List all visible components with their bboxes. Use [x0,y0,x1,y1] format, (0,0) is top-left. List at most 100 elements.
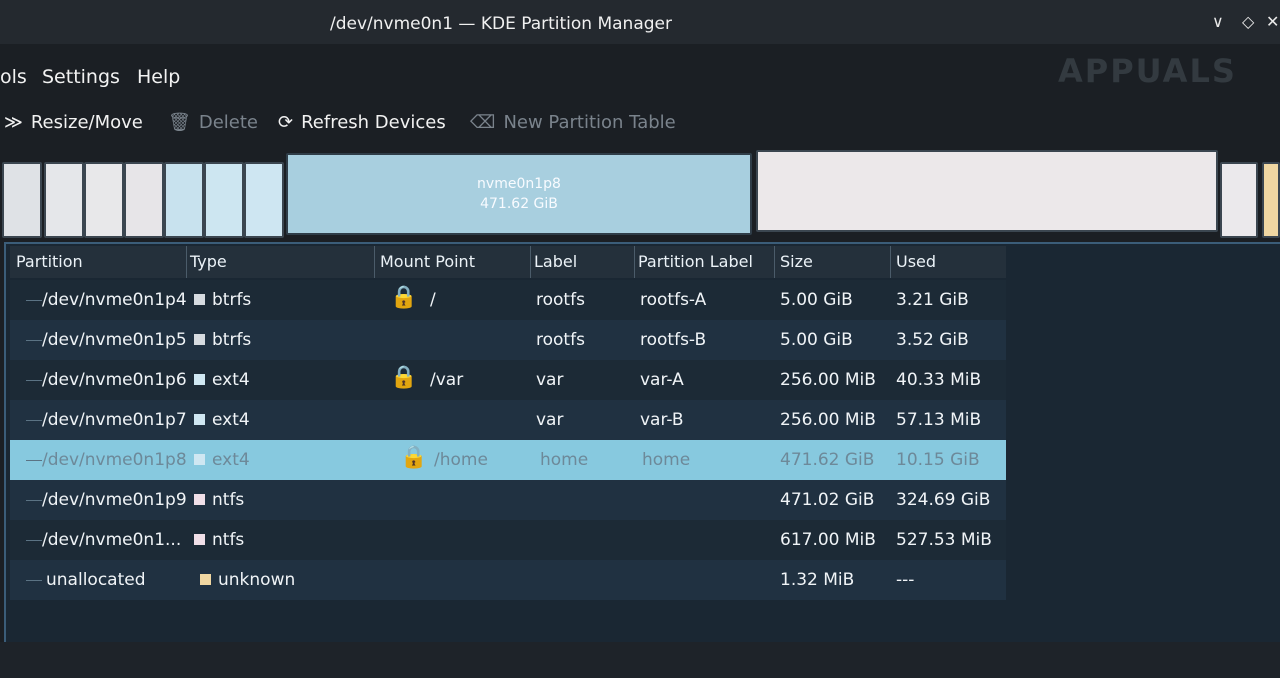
table-row[interactable]: /dev/nvme0n1... ntfs 617.00 MiB 527.53 M… [10,520,1006,560]
minimize-icon[interactable]: ∨ [1212,12,1224,31]
column-type[interactable]: Type [190,252,227,271]
cell-partition: /dev/nvme0n1p9 [42,490,187,510]
new-partition-table-button[interactable]: ⌫ New Partition Table [470,112,676,133]
partition-segment[interactable] [756,150,1218,232]
column-divider[interactable] [530,246,531,278]
cell-partition: /dev/nvme0n1... [42,530,182,550]
resize-icon: ≫ [4,112,23,133]
clear-icon: ⌫ [470,112,496,133]
trash-icon: 🗑 [168,112,191,133]
partition-table: Partition Type Mount Point Label Partiti… [4,242,1280,646]
menu-help[interactable]: Help [137,66,180,88]
table-row[interactable]: /dev/nvme0n1p6 ext4 🔒 /var var var-A 256… [10,360,1006,400]
cell-label: var [536,410,564,430]
tree-branch [26,580,42,581]
watermark-logo: APPUALS [1058,52,1237,90]
cell-partition-label: home [642,450,691,470]
new-partition-table-label: New Partition Table [503,112,676,133]
close-icon[interactable]: ✕ [1266,12,1279,31]
column-divider[interactable] [634,246,635,278]
delete-label: Delete [198,112,259,133]
column-size[interactable]: Size [780,252,813,271]
segment-size: 471.62 GiB [480,196,558,212]
resize-move-label: Resize/Move [30,112,143,133]
fs-color-swatch [194,454,205,465]
segment-name: nvme0n1p8 [477,176,561,192]
cell-size: 5.00 GiB [780,330,853,350]
cell-partition: /dev/nvme0n1p5 [42,330,187,350]
fs-color-swatch [194,294,205,305]
table-row[interactable]: unallocated unknown 1.32 MiB --- [10,560,1006,600]
cell-mount: /var [430,370,464,390]
column-partition[interactable]: Partition [16,252,83,271]
table-header: Partition Type Mount Point Label Partiti… [10,246,1006,278]
cell-used: 324.69 GiB [896,490,991,510]
maximize-icon[interactable]: ◇ [1242,12,1254,31]
cell-partition: /dev/nvme0n1p8 [42,450,187,470]
cell-partition: unallocated [46,570,146,590]
partition-segment[interactable] [1262,162,1280,238]
tree-branch [26,420,42,421]
cell-type: ntfs [212,490,245,510]
menu-tools[interactable]: ols [0,66,27,88]
partition-segment[interactable] [164,162,204,238]
cell-label: rootfs [536,290,585,310]
cell-type: ext4 [212,450,250,470]
cell-partition-label: var-A [640,370,684,390]
cell-mount: / [430,290,436,310]
fs-color-swatch [194,494,205,505]
partition-segment[interactable] [84,162,124,238]
table-row[interactable]: /dev/nvme0n1p5 btrfs rootfs rootfs-B 5.0… [10,320,1006,360]
cell-partition-label: var-B [640,410,684,430]
partition-segment[interactable] [204,162,244,238]
window-title: /dev/nvme0n1 — KDE Partition Manager [330,14,672,34]
column-partition-label[interactable]: Partition Label [638,252,753,271]
cell-used: 10.15 GiB [896,450,980,470]
fs-color-swatch [200,574,211,585]
partition-segment[interactable] [1220,162,1258,238]
title-bar: /dev/nvme0n1 — KDE Partition Manager ∨ ◇… [0,0,1280,44]
cell-size: 5.00 GiB [780,290,853,310]
refresh-devices-button[interactable]: ⟳ Refresh Devices [278,112,446,133]
cell-type: btrfs [212,330,252,350]
partition-segment[interactable] [2,162,42,238]
fs-color-swatch [194,334,205,345]
menu-settings[interactable]: Settings [42,66,120,88]
cell-used: 3.21 GiB [896,290,969,310]
partition-segment-selected[interactable]: nvme0n1p8 471.62 GiB [286,153,752,235]
partition-segment[interactable] [124,162,164,238]
cell-type: ext4 [212,410,250,430]
table-row-selected[interactable]: /dev/nvme0n1p8 ext4 🔒 /home home home 47… [10,440,1006,480]
column-divider[interactable] [374,246,375,278]
table-row[interactable]: /dev/nvme0n1p4 btrfs 🔒 / rootfs rootfs-A… [10,280,1006,320]
cell-partition: /dev/nvme0n1p7 [42,410,187,430]
tree-branch [26,300,42,301]
resize-move-button[interactable]: ≫ Resize/Move [4,112,143,133]
tree-branch [26,340,42,341]
cell-type: ext4 [212,370,250,390]
column-divider[interactable] [774,246,775,278]
cell-label: rootfs [536,330,585,350]
cell-partition: /dev/nvme0n1p6 [42,370,187,390]
delete-button[interactable]: 🗑 Delete [168,112,258,133]
partition-segment[interactable] [44,162,84,238]
table-row[interactable]: /dev/nvme0n1p7 ext4 var var-B 256.00 MiB… [10,400,1006,440]
partition-segment[interactable] [244,162,284,238]
tree-branch [26,500,42,501]
column-divider[interactable] [890,246,891,278]
cell-partition-label: rootfs-B [640,330,707,350]
column-divider[interactable] [186,246,187,278]
cell-type: ntfs [212,530,245,550]
column-used[interactable]: Used [896,252,936,271]
cell-mount: /home [434,450,488,470]
cell-used: 40.33 MiB [896,370,982,390]
cell-size: 617.00 MiB [780,530,876,550]
toolbar: ≫ Resize/Move 🗑 Delete ⟳ Refresh Devices… [0,104,1280,148]
cell-size: 1.32 MiB [780,570,855,590]
tree-branch [26,540,42,541]
column-mount-point[interactable]: Mount Point [380,252,475,271]
cell-partition-label: rootfs-A [640,290,707,310]
lock-icon: 🔒 [390,285,418,310]
column-label[interactable]: Label [534,252,577,271]
table-row[interactable]: /dev/nvme0n1p9 ntfs 471.02 GiB 324.69 Gi… [10,480,1006,520]
